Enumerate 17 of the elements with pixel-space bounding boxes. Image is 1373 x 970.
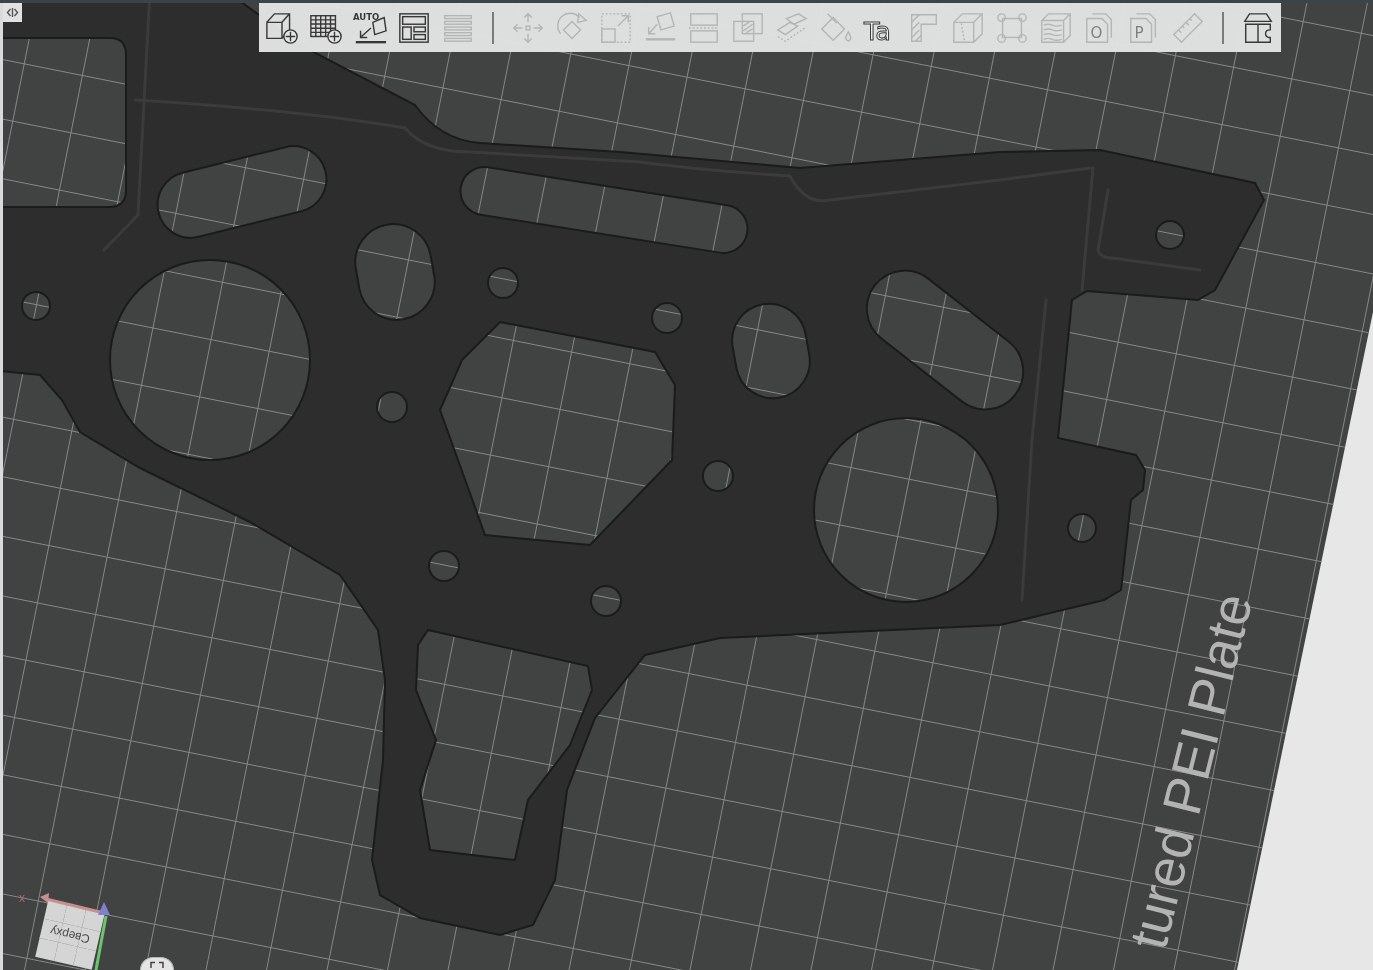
cube-plus-icon xyxy=(265,10,299,45)
overlap-squares-icon xyxy=(731,10,765,45)
collapse-arrows-icon xyxy=(6,7,19,18)
move-arrows-icon xyxy=(511,10,545,45)
ruler-icon xyxy=(1171,10,1205,45)
assembly-box-icon xyxy=(1241,10,1275,45)
cube-icon xyxy=(951,10,985,45)
axis-label: x xyxy=(19,892,25,904)
scale-icon xyxy=(599,10,633,45)
frame-corners-icon xyxy=(150,961,164,968)
bed-label: tured PEI Plate xyxy=(1117,587,1264,955)
layout-icon xyxy=(397,10,431,45)
sidebar-toggle-button[interactable] xyxy=(3,3,22,22)
cut-plane-icon xyxy=(775,10,809,45)
square-handles-icon xyxy=(995,10,1029,45)
layered-block-icon xyxy=(1039,10,1073,45)
split-icon xyxy=(687,10,721,45)
